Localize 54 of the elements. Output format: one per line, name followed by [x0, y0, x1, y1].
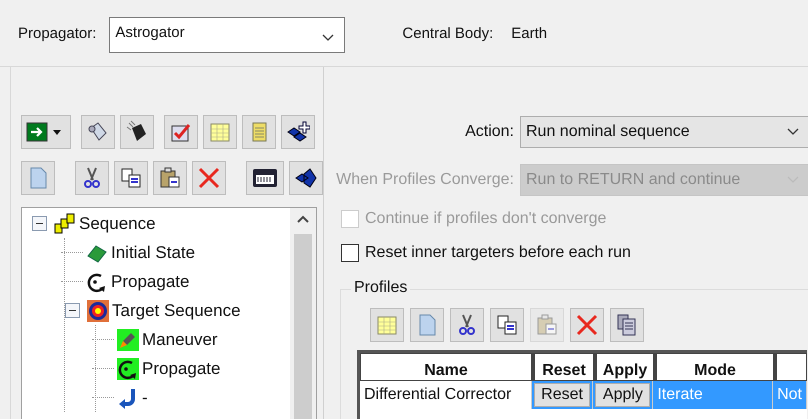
toolbar-button[interactable]	[81, 115, 115, 149]
central-body-label: Central Body:	[402, 24, 494, 42]
toolbar-button[interactable]	[21, 115, 71, 149]
toolbar-button[interactable]	[120, 115, 154, 149]
tree-item[interactable]: Initial State	[111, 242, 196, 262]
cubes-arrow-icon	[294, 166, 318, 190]
column-header: Mode	[654, 353, 774, 381]
toolbar-button[interactable]	[490, 308, 524, 342]
action-label: Action:	[464, 123, 515, 141]
chevron-icon	[787, 128, 799, 136]
reset-button[interactable]: Reset	[534, 383, 590, 407]
tree-item[interactable]: Propagate	[111, 272, 190, 292]
toolbar-button[interactable]	[246, 161, 284, 195]
chevron-icon	[322, 34, 334, 42]
toolbar-button[interactable]	[153, 161, 187, 195]
action-dropdown[interactable]: Run nominal sequence	[520, 116, 808, 148]
toolbar-button[interactable]	[450, 308, 484, 342]
tree-item[interactable]: -	[142, 388, 148, 408]
toolbar-button[interactable]	[289, 161, 323, 195]
checkbox-label: Reset inner targeters before each run	[365, 244, 631, 262]
toolbar-button[interactable]	[610, 308, 644, 342]
toolbar-button[interactable]	[281, 115, 315, 149]
delete-icon	[197, 166, 221, 190]
tree-item[interactable]: Maneuver	[142, 330, 218, 350]
propagator-dropdown[interactable]: Astrogator	[109, 17, 346, 53]
copy-icon	[119, 166, 143, 190]
orbit-arrow-icon	[86, 270, 108, 292]
collapse-toggle[interactable]	[65, 303, 80, 318]
copy-icon	[495, 313, 519, 337]
paste-icon	[535, 313, 559, 337]
central-body-value: Earth	[511, 24, 548, 42]
tree-item[interactable]: Propagate	[142, 358, 220, 378]
propagator-label: Propagator:	[18, 24, 96, 42]
cubes-plus-icon	[286, 120, 310, 144]
paste-icon	[158, 166, 182, 190]
converge-label: When Profiles Converge:	[335, 171, 515, 189]
column-header: Reset	[532, 353, 594, 381]
scrollbar[interactable]	[290, 208, 316, 419]
tree-item[interactable]: Target Sequence	[112, 300, 241, 320]
checkbox-label: Continue if profiles don't converge	[365, 210, 606, 228]
collapse-toggle[interactable]	[32, 216, 47, 231]
toolbar-button[interactable]	[114, 161, 148, 195]
target-icon	[87, 300, 109, 322]
checkbox[interactable]	[341, 244, 359, 262]
table-cell: Iterate	[653, 381, 774, 409]
keyboard-icon	[251, 166, 279, 190]
tree-item[interactable]: Sequence	[79, 214, 156, 234]
column-header: Name	[360, 353, 532, 381]
delete-icon	[575, 313, 599, 337]
column-header: Apply	[594, 353, 654, 381]
toolbar-button[interactable]	[75, 161, 109, 195]
table-cell: Not	[773, 381, 807, 409]
apply-button[interactable]: Apply	[595, 383, 650, 407]
toolbar-button[interactable]	[164, 115, 198, 149]
